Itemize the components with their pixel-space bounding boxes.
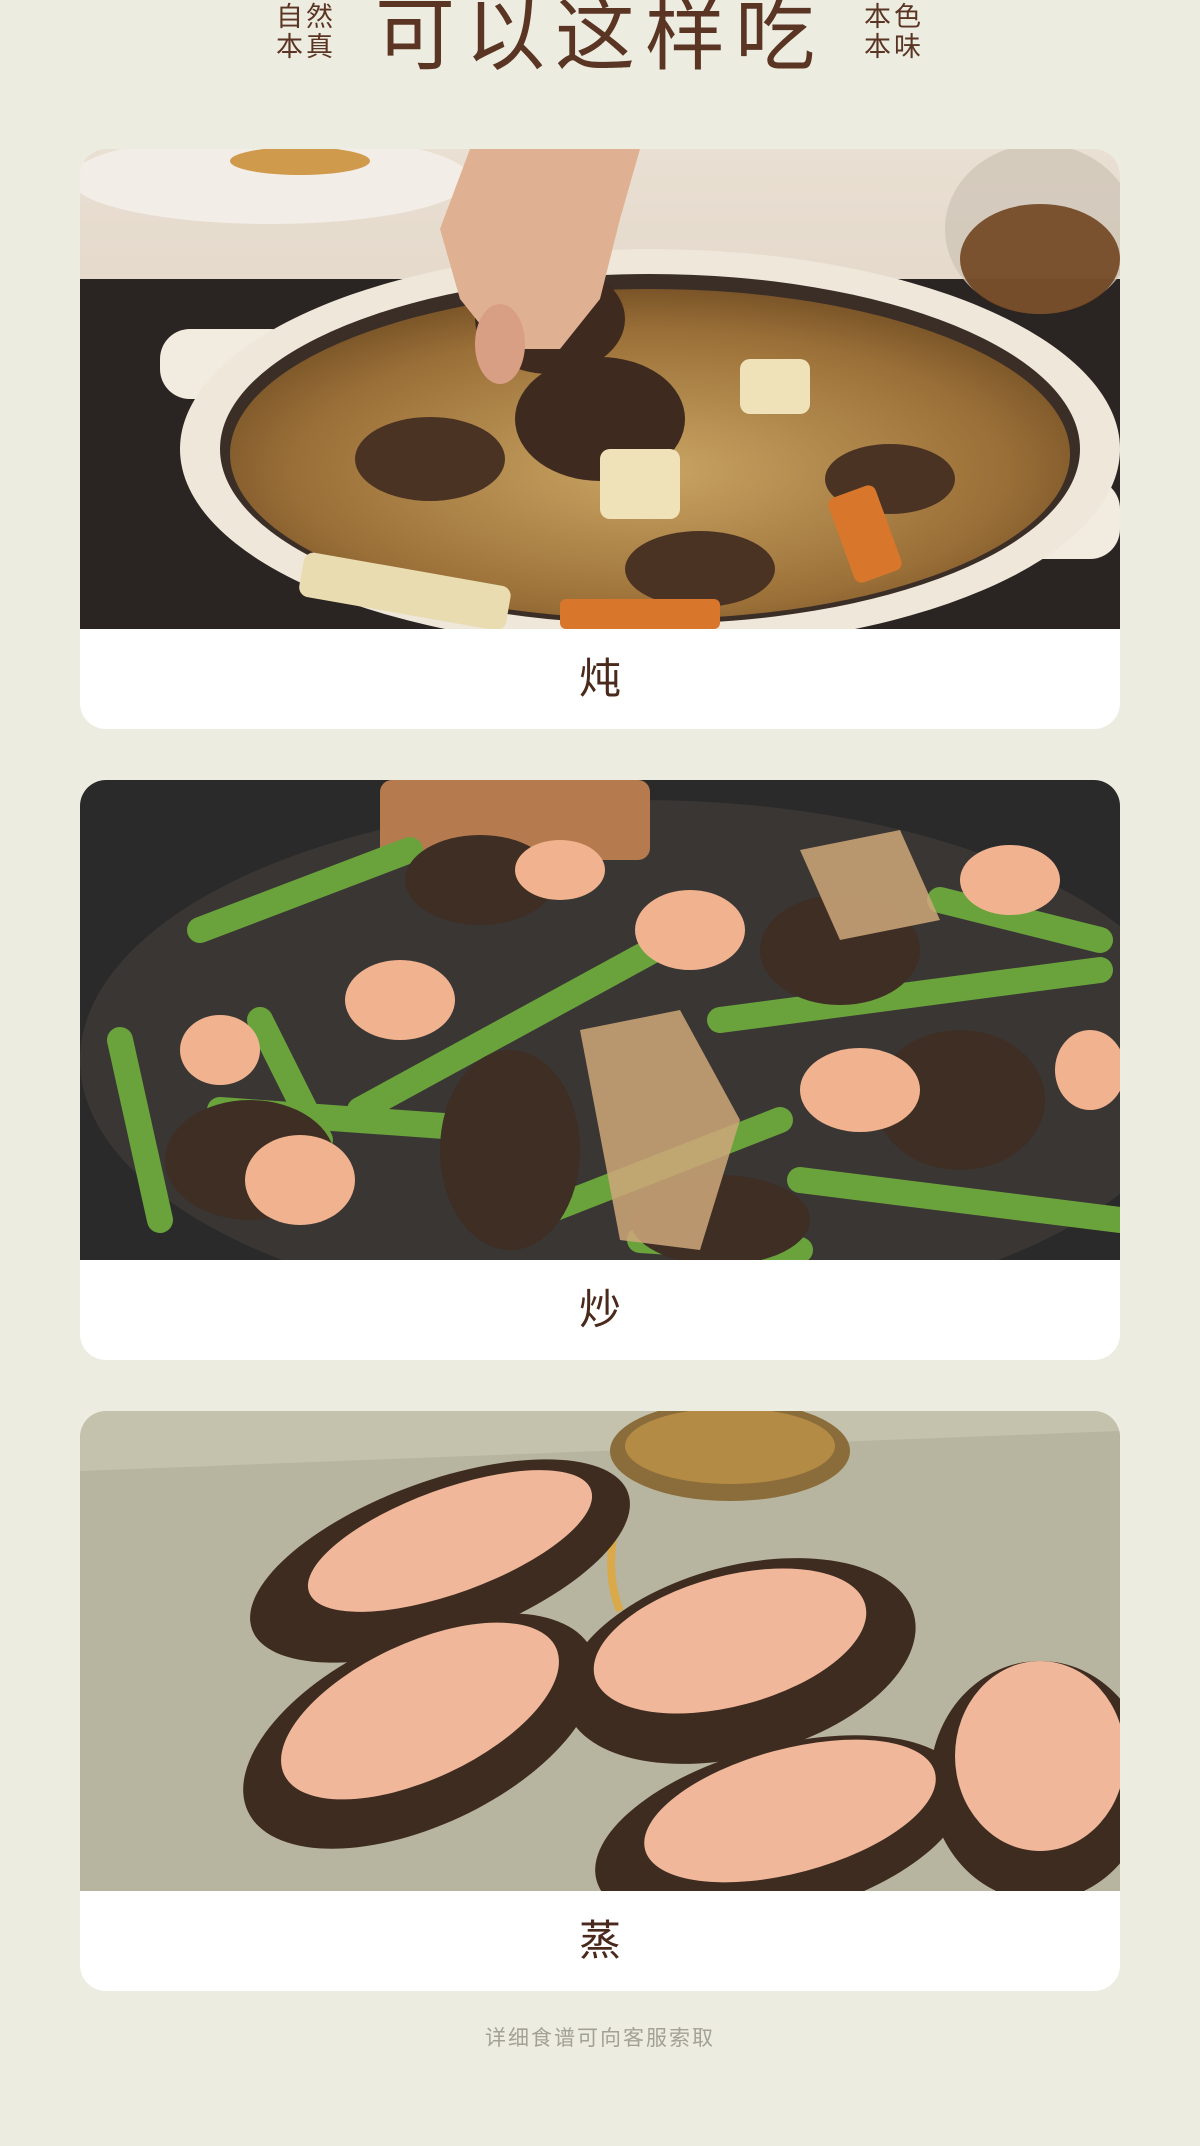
stew-label: 炖 [578, 654, 621, 703]
header-left-tag-line1: 自然 [276, 2, 336, 33]
recipe-card-stir-fry: 炒 [80, 780, 1120, 1360]
steamed-label: 蒸 [578, 1916, 621, 1965]
header-right-tag-line1: 本色 [864, 2, 924, 33]
steamed-photo [80, 1411, 1120, 1891]
header-left-tag-line2: 本真 [276, 32, 336, 63]
header-right-tag: 本色 本味 [860, 3, 928, 63]
recipe-request-note: 详细食谱可向客服索取 [485, 2026, 715, 2050]
header-left-tag: 自然 本真 [272, 3, 340, 63]
recipe-card-stew: 炖 [80, 149, 1120, 729]
page-title: 可以这样吃 [375, 0, 825, 82]
recipe-card-steamed: 蒸 [80, 1411, 1120, 1991]
page-header: 自然 本真 可以这样吃 本色 本味 [0, 0, 1200, 100]
header-right-tag-line2: 本味 [864, 32, 924, 63]
stew-photo [80, 149, 1120, 629]
stir-fry-photo [80, 780, 1120, 1260]
stir-fry-label: 炒 [578, 1285, 621, 1334]
